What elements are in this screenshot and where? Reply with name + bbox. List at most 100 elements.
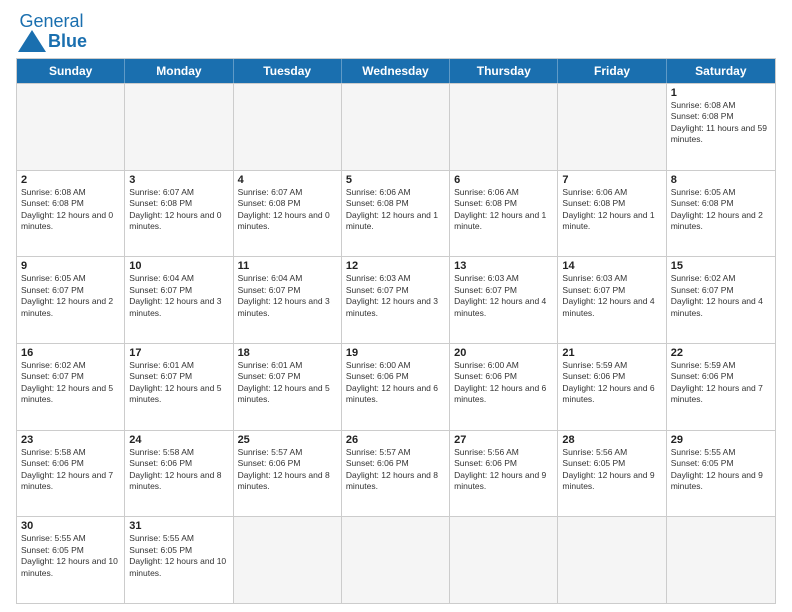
- day-cell: 1Sunrise: 6:08 AM Sunset: 6:08 PM Daylig…: [667, 84, 775, 170]
- day-info: Sunrise: 6:07 AM Sunset: 6:08 PM Dayligh…: [238, 187, 337, 233]
- day-cell: 15Sunrise: 6:02 AM Sunset: 6:07 PM Dayli…: [667, 257, 775, 343]
- week-row-4: 16Sunrise: 6:02 AM Sunset: 6:07 PM Dayli…: [17, 343, 775, 430]
- day-info: Sunrise: 6:02 AM Sunset: 6:07 PM Dayligh…: [21, 360, 120, 406]
- day-cell: 8Sunrise: 6:05 AM Sunset: 6:08 PM Daylig…: [667, 171, 775, 257]
- day-cell: 24Sunrise: 5:58 AM Sunset: 6:06 PM Dayli…: [125, 431, 233, 517]
- day-cell: [342, 517, 450, 603]
- day-number: 25: [238, 434, 337, 446]
- day-cell: 14Sunrise: 6:03 AM Sunset: 6:07 PM Dayli…: [558, 257, 666, 343]
- week-row-6: 30Sunrise: 5:55 AM Sunset: 6:05 PM Dayli…: [17, 516, 775, 603]
- day-number: 17: [129, 347, 228, 359]
- day-cell: 13Sunrise: 6:03 AM Sunset: 6:07 PM Dayli…: [450, 257, 558, 343]
- day-cell: [558, 84, 666, 170]
- day-info: Sunrise: 6:05 AM Sunset: 6:08 PM Dayligh…: [671, 187, 771, 233]
- day-cell: 9Sunrise: 6:05 AM Sunset: 6:07 PM Daylig…: [17, 257, 125, 343]
- day-info: Sunrise: 5:58 AM Sunset: 6:06 PM Dayligh…: [21, 447, 120, 493]
- day-number: 19: [346, 347, 445, 359]
- day-info: Sunrise: 5:56 AM Sunset: 6:06 PM Dayligh…: [454, 447, 553, 493]
- day-number: 6: [454, 174, 553, 186]
- day-cell: 26Sunrise: 5:57 AM Sunset: 6:06 PM Dayli…: [342, 431, 450, 517]
- day-number: 23: [21, 434, 120, 446]
- day-cell: 5Sunrise: 6:06 AM Sunset: 6:08 PM Daylig…: [342, 171, 450, 257]
- day-number: 29: [671, 434, 771, 446]
- day-info: Sunrise: 6:06 AM Sunset: 6:08 PM Dayligh…: [346, 187, 445, 233]
- day-number: 8: [671, 174, 771, 186]
- day-number: 26: [346, 434, 445, 446]
- day-number: 27: [454, 434, 553, 446]
- day-info: Sunrise: 6:03 AM Sunset: 6:07 PM Dayligh…: [562, 273, 661, 319]
- day-number: 18: [238, 347, 337, 359]
- day-cell: 3Sunrise: 6:07 AM Sunset: 6:08 PM Daylig…: [125, 171, 233, 257]
- day-cell: 2Sunrise: 6:08 AM Sunset: 6:08 PM Daylig…: [17, 171, 125, 257]
- week-row-2: 2Sunrise: 6:08 AM Sunset: 6:08 PM Daylig…: [17, 170, 775, 257]
- calendar-body: 1Sunrise: 6:08 AM Sunset: 6:08 PM Daylig…: [17, 83, 775, 603]
- day-number: 12: [346, 260, 445, 272]
- day-number: 30: [21, 520, 120, 532]
- day-cell: 28Sunrise: 5:56 AM Sunset: 6:05 PM Dayli…: [558, 431, 666, 517]
- day-cell: 11Sunrise: 6:04 AM Sunset: 6:07 PM Dayli…: [234, 257, 342, 343]
- day-info: Sunrise: 6:01 AM Sunset: 6:07 PM Dayligh…: [129, 360, 228, 406]
- day-info: Sunrise: 6:07 AM Sunset: 6:08 PM Dayligh…: [129, 187, 228, 233]
- day-name-monday: Monday: [125, 59, 233, 83]
- day-cell: 12Sunrise: 6:03 AM Sunset: 6:07 PM Dayli…: [342, 257, 450, 343]
- day-number: 31: [129, 520, 228, 532]
- day-name-thursday: Thursday: [450, 59, 558, 83]
- day-cell: [125, 84, 233, 170]
- day-cell: [450, 517, 558, 603]
- week-row-1: 1Sunrise: 6:08 AM Sunset: 6:08 PM Daylig…: [17, 83, 775, 170]
- day-number: 2: [21, 174, 120, 186]
- day-info: Sunrise: 6:03 AM Sunset: 6:07 PM Dayligh…: [346, 273, 445, 319]
- day-info: Sunrise: 6:00 AM Sunset: 6:06 PM Dayligh…: [346, 360, 445, 406]
- day-number: 3: [129, 174, 228, 186]
- day-cell: 7Sunrise: 6:06 AM Sunset: 6:08 PM Daylig…: [558, 171, 666, 257]
- day-cell: 29Sunrise: 5:55 AM Sunset: 6:05 PM Dayli…: [667, 431, 775, 517]
- day-info: Sunrise: 6:04 AM Sunset: 6:07 PM Dayligh…: [129, 273, 228, 319]
- day-info: Sunrise: 5:55 AM Sunset: 6:05 PM Dayligh…: [129, 533, 228, 579]
- day-info: Sunrise: 5:57 AM Sunset: 6:06 PM Dayligh…: [238, 447, 337, 493]
- day-cell: [558, 517, 666, 603]
- day-cell: 6Sunrise: 6:06 AM Sunset: 6:08 PM Daylig…: [450, 171, 558, 257]
- day-number: 1: [671, 87, 771, 99]
- day-name-sunday: Sunday: [17, 59, 125, 83]
- day-cell: [17, 84, 125, 170]
- day-number: 16: [21, 347, 120, 359]
- day-info: Sunrise: 6:00 AM Sunset: 6:06 PM Dayligh…: [454, 360, 553, 406]
- day-cell: [234, 84, 342, 170]
- day-info: Sunrise: 5:55 AM Sunset: 6:05 PM Dayligh…: [21, 533, 120, 579]
- day-cell: 23Sunrise: 5:58 AM Sunset: 6:06 PM Dayli…: [17, 431, 125, 517]
- logo-blue-text: Blue: [48, 31, 87, 52]
- day-name-wednesday: Wednesday: [342, 59, 450, 83]
- logo-text: General: [19, 12, 83, 30]
- day-cell: 22Sunrise: 5:59 AM Sunset: 6:06 PM Dayli…: [667, 344, 775, 430]
- day-number: 22: [671, 347, 771, 359]
- day-number: 7: [562, 174, 661, 186]
- day-info: Sunrise: 5:57 AM Sunset: 6:06 PM Dayligh…: [346, 447, 445, 493]
- day-cell: 20Sunrise: 6:00 AM Sunset: 6:06 PM Dayli…: [450, 344, 558, 430]
- day-number: 20: [454, 347, 553, 359]
- logo-triangle-icon: [18, 30, 46, 52]
- calendar: SundayMondayTuesdayWednesdayThursdayFrid…: [16, 58, 776, 604]
- day-number: 28: [562, 434, 661, 446]
- day-cell: 16Sunrise: 6:02 AM Sunset: 6:07 PM Dayli…: [17, 344, 125, 430]
- day-cell: 25Sunrise: 5:57 AM Sunset: 6:06 PM Dayli…: [234, 431, 342, 517]
- day-number: 21: [562, 347, 661, 359]
- day-info: Sunrise: 6:01 AM Sunset: 6:07 PM Dayligh…: [238, 360, 337, 406]
- day-info: Sunrise: 6:06 AM Sunset: 6:08 PM Dayligh…: [562, 187, 661, 233]
- day-info: Sunrise: 6:06 AM Sunset: 6:08 PM Dayligh…: [454, 187, 553, 233]
- day-info: Sunrise: 6:02 AM Sunset: 6:07 PM Dayligh…: [671, 273, 771, 319]
- day-cell: [450, 84, 558, 170]
- logo: General Blue: [16, 12, 87, 52]
- day-cell: 19Sunrise: 6:00 AM Sunset: 6:06 PM Dayli…: [342, 344, 450, 430]
- day-cell: [667, 517, 775, 603]
- day-info: Sunrise: 5:58 AM Sunset: 6:06 PM Dayligh…: [129, 447, 228, 493]
- day-number: 24: [129, 434, 228, 446]
- day-cell: [342, 84, 450, 170]
- day-name-friday: Friday: [558, 59, 666, 83]
- header: General Blue: [16, 12, 776, 52]
- day-cell: 27Sunrise: 5:56 AM Sunset: 6:06 PM Dayli…: [450, 431, 558, 517]
- week-row-3: 9Sunrise: 6:05 AM Sunset: 6:07 PM Daylig…: [17, 256, 775, 343]
- day-cell: 18Sunrise: 6:01 AM Sunset: 6:07 PM Dayli…: [234, 344, 342, 430]
- day-name-saturday: Saturday: [667, 59, 775, 83]
- calendar-header: SundayMondayTuesdayWednesdayThursdayFrid…: [17, 59, 775, 83]
- day-cell: [234, 517, 342, 603]
